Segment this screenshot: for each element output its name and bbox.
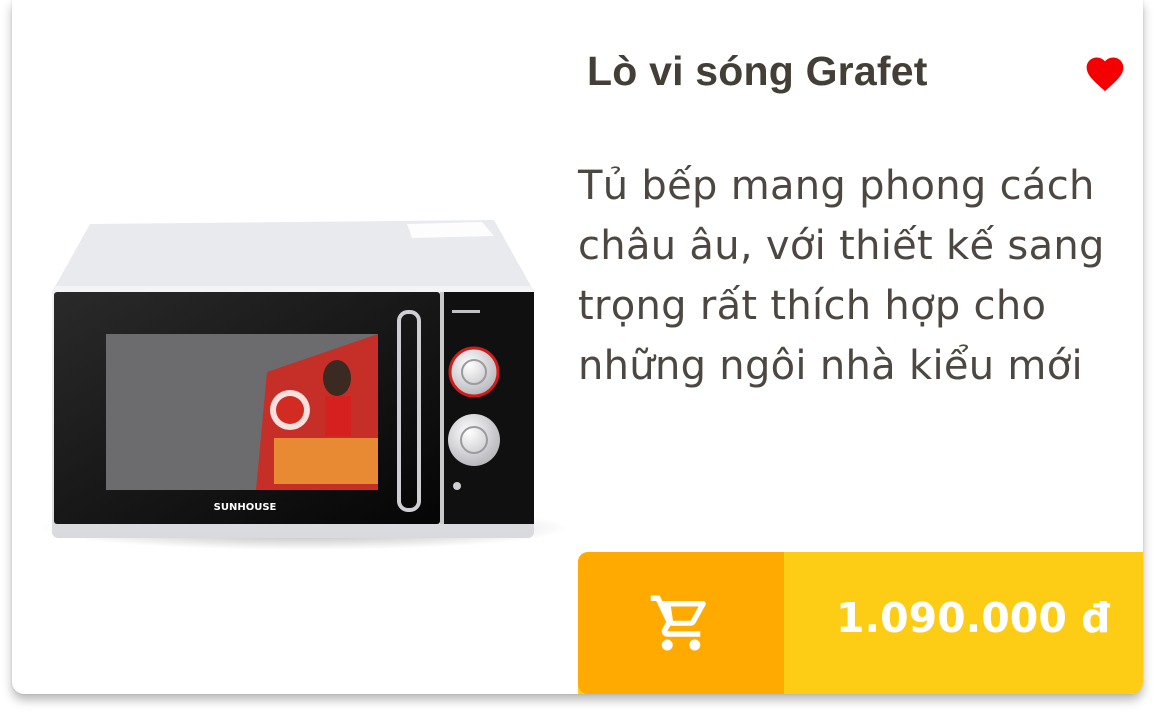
heart-icon	[1086, 57, 1124, 92]
product-card[interactable]: SUNHOUSE Lò vi sóng Grafet Tủ bếp mang p…	[12, 0, 1143, 694]
product-image: SUNHOUSE	[12, 148, 572, 580]
product-description: Tủ bếp mang phong cách châu âu, với thiế…	[578, 163, 1105, 389]
product-price: 1.090.000 đ	[836, 594, 1111, 642]
add-to-cart-button[interactable]	[578, 552, 784, 694]
favorite-button[interactable]	[1083, 52, 1127, 96]
shopping-cart-icon	[650, 595, 706, 651]
product-title: Lò vi sóng Grafet	[587, 48, 928, 94]
buy-bar: 1.090.000 đ	[578, 552, 1143, 694]
brand-text: SUNHOUSE	[214, 502, 277, 513]
